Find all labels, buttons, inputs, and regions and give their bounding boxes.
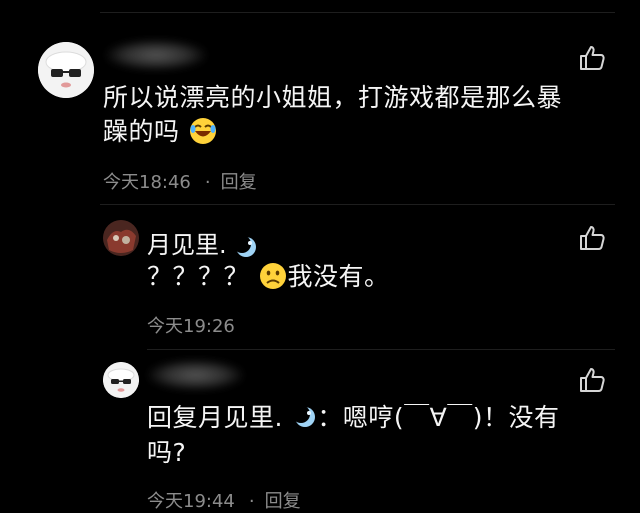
comment-text-prefix: ？？？？ [147, 262, 250, 291]
separator: · [204, 172, 211, 193]
timestamp: 今天19:26 [147, 316, 235, 337]
comment-text-suffix: 我没有。 [287, 262, 390, 291]
comment-meta: 今天19:44 · 回复 [147, 487, 301, 513]
comment-text-line-1: 所以说漂亮的小姐姐，打游戏都是那么暴 [103, 83, 563, 112]
comment-text-line-2: 吗? [147, 438, 187, 467]
comment-text: ？？？？ 我没有。 [147, 258, 389, 296]
reply-button[interactable]: 回复 [221, 172, 257, 193]
top-divider [100, 12, 615, 13]
reply-button[interactable]: 回复 [265, 491, 301, 512]
avatar[interactable] [103, 362, 139, 398]
divider [100, 204, 615, 205]
comment-text-reply-to: 回复月见里. [147, 403, 283, 432]
username-row: 月见里. [147, 225, 258, 260]
thumbs-up-icon[interactable] [578, 224, 606, 252]
frowning-emoji [260, 263, 287, 289]
username-blurred [106, 40, 206, 70]
moon-badge-icon [232, 234, 256, 257]
avatar[interactable] [38, 42, 94, 98]
comment-meta: 今天19:26 [147, 312, 235, 338]
laughing-emoji [189, 118, 216, 144]
username-blurred [148, 360, 243, 390]
moon-badge-icon [292, 405, 316, 427]
thumbs-up-icon[interactable] [578, 366, 606, 394]
timestamp: 今天18:46 [103, 172, 191, 193]
comment-text-line-2-text: 躁的吗 [103, 117, 180, 146]
username[interactable]: 月见里. [147, 231, 227, 259]
thumbs-up-icon[interactable] [578, 44, 606, 72]
avatar[interactable] [103, 220, 139, 256]
separator: · [248, 491, 255, 512]
comment-text-body: ：嗯哼(￣∀￣)！没有 [317, 403, 560, 432]
comment-text-line-1: 回复月见里. ：嗯哼(￣∀￣)！没有 [147, 399, 560, 437]
divider [147, 349, 615, 350]
timestamp: 今天19:44 [147, 491, 235, 512]
comment-meta: 今天18:46 · 回复 [103, 168, 257, 194]
comment-text-line-2: 躁的吗 [103, 113, 217, 151]
